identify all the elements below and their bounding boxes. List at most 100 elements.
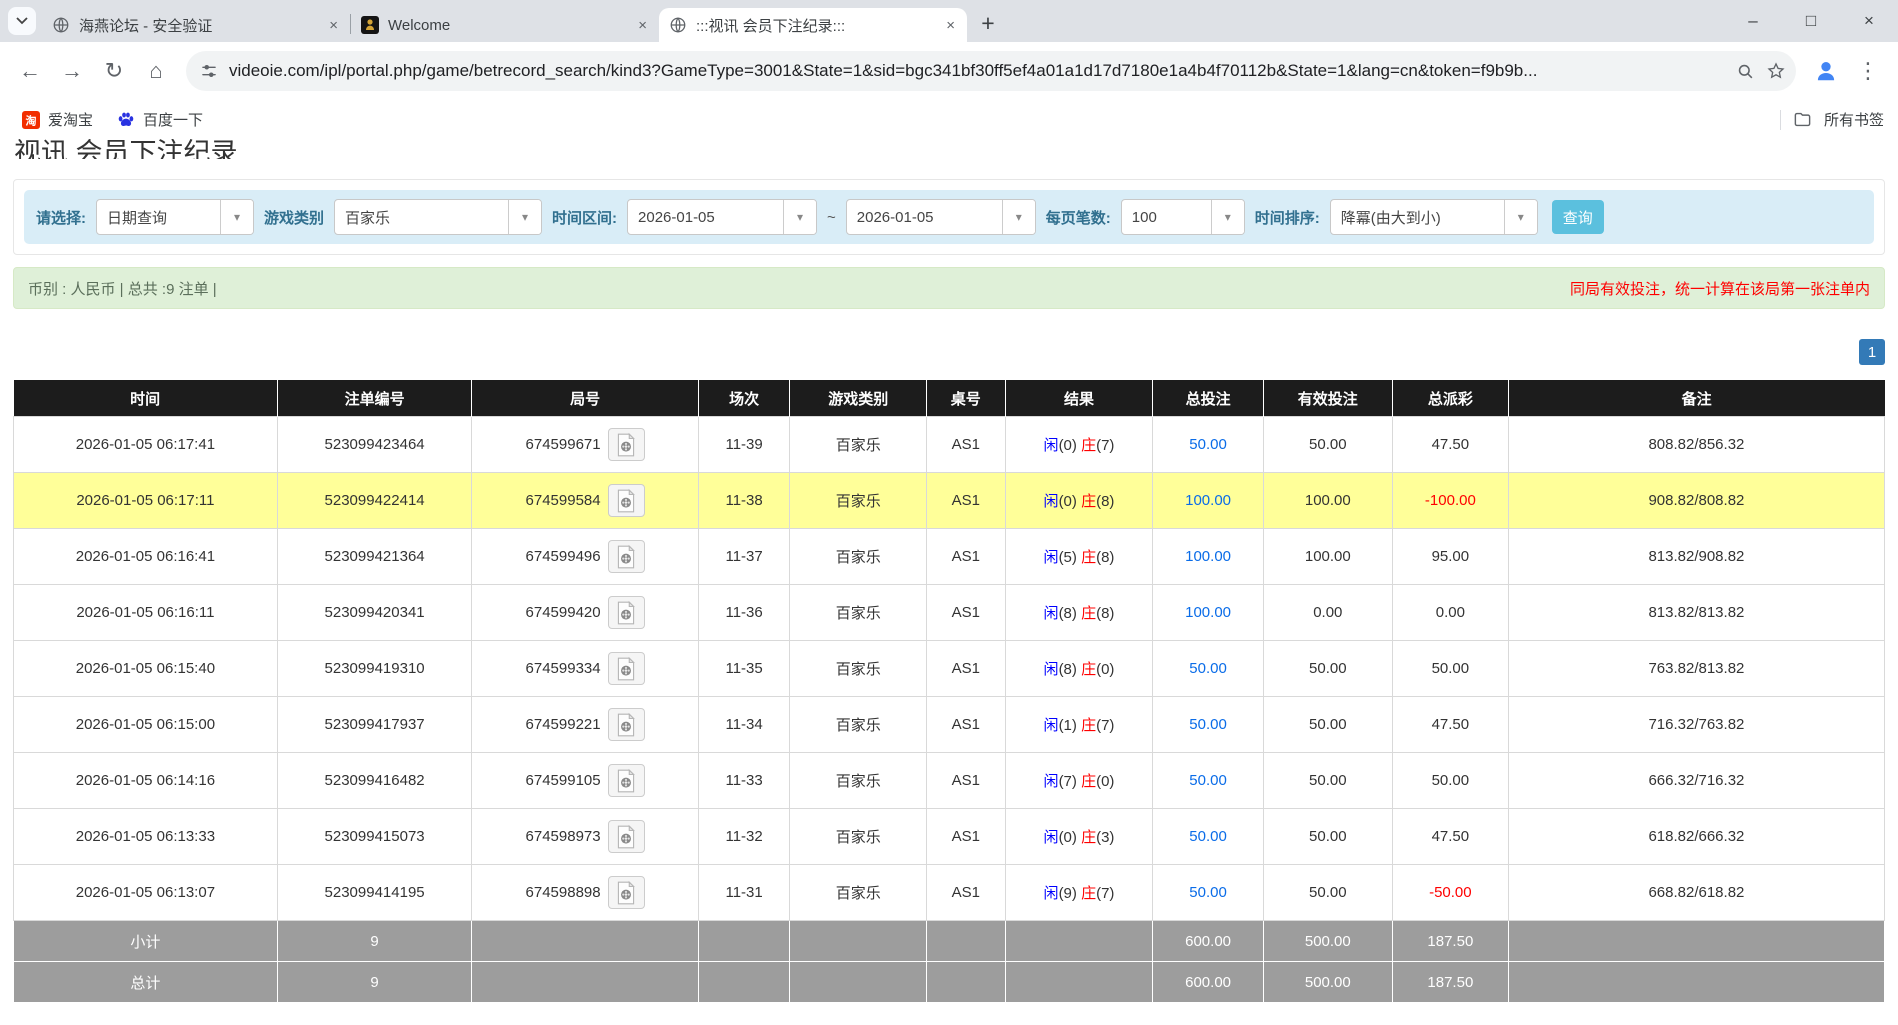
total-bet-link[interactable]: 50.00 <box>1189 828 1227 845</box>
minimize-button[interactable]: – <box>1724 0 1782 42</box>
bookmark-star-icon[interactable] <box>1766 61 1786 81</box>
bookmark-label: 爱淘宝 <box>48 109 93 130</box>
cell-bet-id: 523099417937 <box>277 697 472 753</box>
cell-round: 674599221 <box>472 697 698 753</box>
all-bookmarks[interactable]: 所有书签 <box>1780 109 1888 130</box>
total-bet-link[interactable]: 50.00 <box>1189 436 1227 453</box>
profile-button[interactable] <box>1806 51 1846 91</box>
video-icon <box>613 768 639 794</box>
video-replay-button[interactable] <box>608 708 645 741</box>
cell-round: 674599496 <box>472 529 698 585</box>
cell-game: 百家乐 <box>790 473 927 529</box>
round-id: 674599221 <box>526 716 601 733</box>
cell-session: 11-38 <box>698 473 790 529</box>
site-info-icon[interactable] <box>200 62 218 80</box>
footer-cell <box>927 962 1006 1003</box>
round-id: 674599420 <box>526 604 601 621</box>
col-session: 场次 <box>698 380 790 417</box>
cell-remark: 908.82/808.82 <box>1508 473 1884 529</box>
cell-payout: 50.00 <box>1392 753 1508 809</box>
maximize-button[interactable]: □ <box>1782 0 1840 42</box>
video-replay-button[interactable] <box>608 876 645 909</box>
cell-total-bet: 50.00 <box>1153 417 1263 473</box>
reload-button[interactable]: ↻ <box>94 51 134 91</box>
video-replay-button[interactable] <box>608 428 645 461</box>
cell-result: 闲(0) 庄(7) <box>1005 417 1153 473</box>
sort-select[interactable]: 降冪(由大到小) ▾ <box>1330 199 1538 235</box>
cell-total-bet: 100.00 <box>1153 473 1263 529</box>
date-from-select[interactable]: 2026-01-05 ▾ <box>627 199 817 235</box>
round-id: 674599671 <box>526 436 601 453</box>
address-bar[interactable]: videoie.com/ipl/portal.php/game/betrecor… <box>186 51 1796 91</box>
video-icon <box>613 656 639 682</box>
close-button[interactable]: × <box>1840 0 1898 42</box>
query-type-select[interactable]: 日期查询 ▾ <box>96 199 254 235</box>
total-bet-link[interactable]: 100.00 <box>1185 604 1231 621</box>
table-row: 2026-01-05 06:17:11523099422414674599584… <box>14 473 1885 529</box>
page-title: 视讯 会员下注纪录 <box>14 139 1898 159</box>
home-button[interactable]: ⌂ <box>136 51 176 91</box>
bookmarks-bar: 淘 爱淘宝 百度一下 所有书签 <box>0 100 1898 139</box>
cell-remark: 763.82/813.82 <box>1508 641 1884 697</box>
total-bet-link[interactable]: 100.00 <box>1185 548 1231 565</box>
cell-time: 2026-01-05 06:15:00 <box>14 697 278 753</box>
tab-search-button[interactable] <box>8 7 36 35</box>
cell-remark: 813.82/813.82 <box>1508 585 1884 641</box>
per-page-select[interactable]: 100 ▾ <box>1121 199 1245 235</box>
col-round: 局号 <box>472 380 698 417</box>
browser-tab-betrecord-active[interactable]: :::视讯 会员下注纪录::: × <box>659 8 967 42</box>
forward-button[interactable]: → <box>52 51 92 91</box>
back-button[interactable]: ← <box>10 51 50 91</box>
footer-cell <box>927 921 1006 962</box>
cell-total-bet: 100.00 <box>1153 529 1263 585</box>
total-bet-link[interactable]: 50.00 <box>1189 716 1227 733</box>
cell-payout: 50.00 <box>1392 641 1508 697</box>
bookmark-taobao[interactable]: 淘 爱淘宝 <box>12 109 103 130</box>
tab-title: Welcome <box>388 17 627 34</box>
select-type-label: 请选择: <box>36 207 86 228</box>
cell-result: 闲(0) 庄(8) <box>1005 473 1153 529</box>
video-icon <box>613 600 639 626</box>
cell-session: 11-33 <box>698 753 790 809</box>
warning-note: 同局有效投注，统一计算在该局第一张注单内 <box>1570 278 1870 299</box>
footer-cell: 187.50 <box>1392 921 1508 962</box>
browser-tab-haiyan[interactable]: 海燕论坛 - 安全验证 × <box>42 8 350 42</box>
browser-menu-button[interactable]: ⋮ <box>1848 51 1888 91</box>
video-replay-button[interactable] <box>608 764 645 797</box>
date-to-select[interactable]: 2026-01-05 ▾ <box>846 199 1036 235</box>
cell-game: 百家乐 <box>790 585 927 641</box>
footer-cell <box>1005 921 1153 962</box>
video-replay-button[interactable] <box>608 652 645 685</box>
profile-avatar-icon <box>1813 58 1839 84</box>
cell-table: AS1 <box>927 473 1006 529</box>
video-replay-button[interactable] <box>608 540 645 573</box>
video-replay-button[interactable] <box>608 484 645 517</box>
zoom-icon[interactable] <box>1736 62 1755 81</box>
cell-payout: 0.00 <box>1392 585 1508 641</box>
query-button[interactable]: 查询 <box>1552 200 1604 234</box>
new-tab-button[interactable]: + <box>973 8 1003 38</box>
cell-table: AS1 <box>927 697 1006 753</box>
tab-close-icon[interactable]: × <box>327 17 340 34</box>
browser-tab-welcome[interactable]: Welcome × <box>351 8 659 42</box>
tab-close-icon[interactable]: × <box>944 17 957 34</box>
total-bet-link[interactable]: 50.00 <box>1189 772 1227 789</box>
video-replay-button[interactable] <box>608 596 645 629</box>
chevron-down-icon: ▾ <box>1002 200 1035 234</box>
video-icon <box>613 880 639 906</box>
cell-result: 闲(9) 庄(7) <box>1005 865 1153 921</box>
cell-session: 11-31 <box>698 865 790 921</box>
total-bet-link[interactable]: 100.00 <box>1185 492 1231 509</box>
cell-valid-bet: 0.00 <box>1263 585 1392 641</box>
cell-round: 674599584 <box>472 473 698 529</box>
round-id: 674599105 <box>526 772 601 789</box>
page-1-button[interactable]: 1 <box>1859 339 1885 365</box>
chevron-down-icon <box>16 17 28 25</box>
total-bet-link[interactable]: 50.00 <box>1189 660 1227 677</box>
bookmark-baidu[interactable]: 百度一下 <box>107 109 213 130</box>
tab-close-icon[interactable]: × <box>636 17 649 34</box>
video-replay-button[interactable] <box>608 820 645 853</box>
cell-total-bet: 100.00 <box>1153 585 1263 641</box>
game-type-select[interactable]: 百家乐 ▾ <box>334 199 542 235</box>
total-bet-link[interactable]: 50.00 <box>1189 884 1227 901</box>
